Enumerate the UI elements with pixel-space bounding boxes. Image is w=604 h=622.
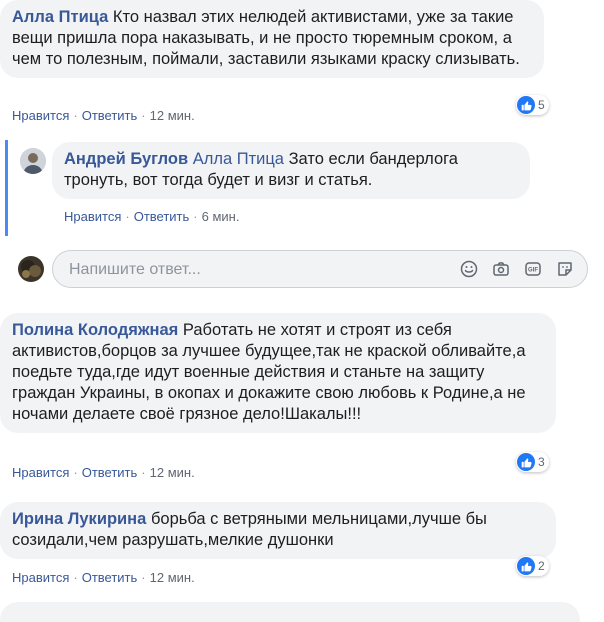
comment-time[interactable]: 12 мин.	[150, 570, 195, 585]
reply-link[interactable]: Ответить	[134, 209, 190, 224]
reaction-count[interactable]: 3	[516, 452, 549, 472]
reply-input-box[interactable]: GIF	[52, 250, 588, 289]
reaction-number: 3	[538, 455, 545, 469]
reply-link[interactable]: Ответить	[82, 465, 138, 480]
like-icon	[517, 453, 535, 471]
comment-actions: Нравится · Ответить · 12 мин.	[12, 570, 195, 585]
reaction-number: 2	[538, 559, 545, 573]
next-comment-bubble	[0, 602, 580, 622]
comment-author[interactable]: Алла Птица	[12, 8, 108, 26]
comment-actions: Нравится · Ответить · 12 мин.	[12, 465, 195, 480]
thread-line	[5, 140, 8, 236]
user-avatar[interactable]	[18, 256, 44, 282]
like-icon	[517, 557, 535, 575]
sticker-icon[interactable]	[555, 259, 575, 279]
like-link[interactable]: Нравится	[12, 570, 69, 585]
emoji-icon[interactable]	[459, 259, 479, 279]
reply-input[interactable]	[67, 251, 411, 289]
comment-bubble: Алла Птица Кто назвал этих нелюдей актив…	[0, 0, 544, 78]
reply-link[interactable]: Ответить	[82, 108, 138, 123]
reaction-count[interactable]: 5	[516, 95, 549, 115]
reply-actions: Нравится · Ответить · 6 мин.	[64, 209, 240, 224]
reaction-count[interactable]: 2	[516, 556, 549, 576]
like-link[interactable]: Нравится	[12, 108, 69, 123]
svg-text:GIF: GIF	[528, 268, 538, 274]
like-link[interactable]: Нравится	[64, 209, 121, 224]
comment-author[interactable]: Полина Колодяжная	[12, 321, 178, 339]
comment-actions: Нравится · Ответить · 12 мин.	[12, 108, 195, 123]
reply-author[interactable]: Андрей Буглов	[64, 150, 188, 168]
comment-time[interactable]: 12 мин.	[150, 465, 195, 480]
gif-icon[interactable]: GIF	[523, 259, 543, 279]
comment-bubble: Ирина Лукирина борьба с ветряными мельни…	[0, 502, 556, 559]
avatar[interactable]	[20, 148, 46, 174]
reply-link[interactable]: Ответить	[82, 570, 138, 585]
reply-mention[interactable]: Алла Птица	[193, 150, 284, 168]
reaction-number: 5	[538, 98, 545, 112]
reply-time[interactable]: 6 мин.	[202, 209, 240, 224]
camera-icon[interactable]	[491, 259, 511, 279]
like-icon	[517, 96, 535, 114]
comment-bubble: Полина Колодяжная Работать не хотят и ст…	[0, 313, 556, 433]
reply-bubble: Андрей Буглов Алла Птица Зато если банде…	[52, 142, 530, 199]
like-link[interactable]: Нравится	[12, 465, 69, 480]
comment-time[interactable]: 12 мин.	[150, 108, 195, 123]
comment-author[interactable]: Ирина Лукирина	[12, 510, 146, 528]
